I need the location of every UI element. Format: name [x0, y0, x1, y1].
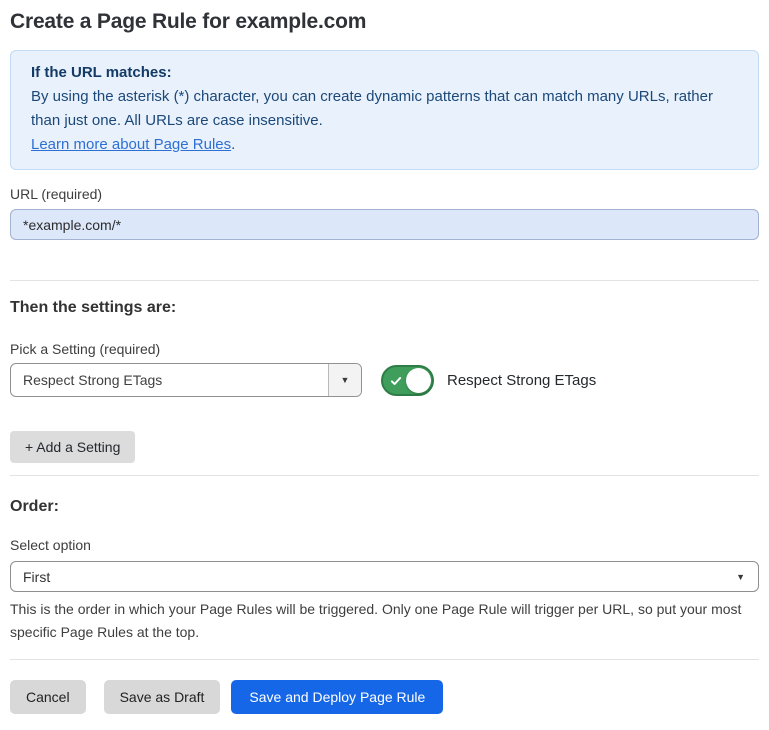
settings-section-heading: Then the settings are: [10, 299, 759, 317]
order-section-heading: Order: [10, 498, 759, 516]
cancel-button[interactable]: Cancel [10, 680, 86, 714]
info-box-body: By using the asterisk (*) character, you… [31, 85, 738, 133]
footer-button-row: Cancel Save as Draft Save and Deploy Pag… [10, 680, 759, 714]
chevron-down-icon: ▼ [736, 572, 745, 582]
order-select[interactable]: First ▼ [10, 561, 759, 592]
toggle-knob [406, 368, 431, 393]
url-field-label: URL (required) [10, 186, 759, 202]
save-and-deploy-button[interactable]: Save and Deploy Page Rule [231, 680, 443, 714]
setting-row: Respect Strong ETags ▼ Respect Strong ET… [10, 363, 759, 397]
learn-more-link[interactable]: Learn more about Page Rules [31, 136, 231, 153]
order-select-label: Select option [10, 537, 759, 553]
check-icon [390, 374, 402, 392]
add-setting-button[interactable]: + Add a Setting [10, 431, 135, 463]
setting-select-value: Respect Strong ETags [11, 372, 328, 388]
order-select-value: First [11, 569, 50, 585]
divider [10, 659, 759, 660]
order-help-text: This is the order in which your Page Rul… [10, 598, 750, 644]
respect-strong-etags-toggle[interactable] [381, 365, 434, 396]
link-suffix: . [231, 136, 235, 153]
create-page-rule-panel: Create a Page Rule for example.com If th… [0, 0, 769, 730]
divider [10, 475, 759, 476]
page-title: Create a Page Rule for example.com [10, 10, 759, 34]
chevron-down-icon[interactable]: ▼ [328, 364, 361, 396]
toggle-label: Respect Strong ETags [447, 372, 596, 389]
info-box-link-line: Learn more about Page Rules. [31, 133, 738, 157]
setting-select[interactable]: Respect Strong ETags ▼ [10, 363, 362, 397]
url-matches-info-box: If the URL matches: By using the asteris… [10, 50, 759, 170]
info-box-heading: If the URL matches: [31, 61, 738, 85]
pick-setting-label: Pick a Setting (required) [10, 341, 759, 357]
save-as-draft-button[interactable]: Save as Draft [104, 680, 221, 714]
url-input[interactable] [10, 209, 759, 240]
divider [10, 280, 759, 281]
